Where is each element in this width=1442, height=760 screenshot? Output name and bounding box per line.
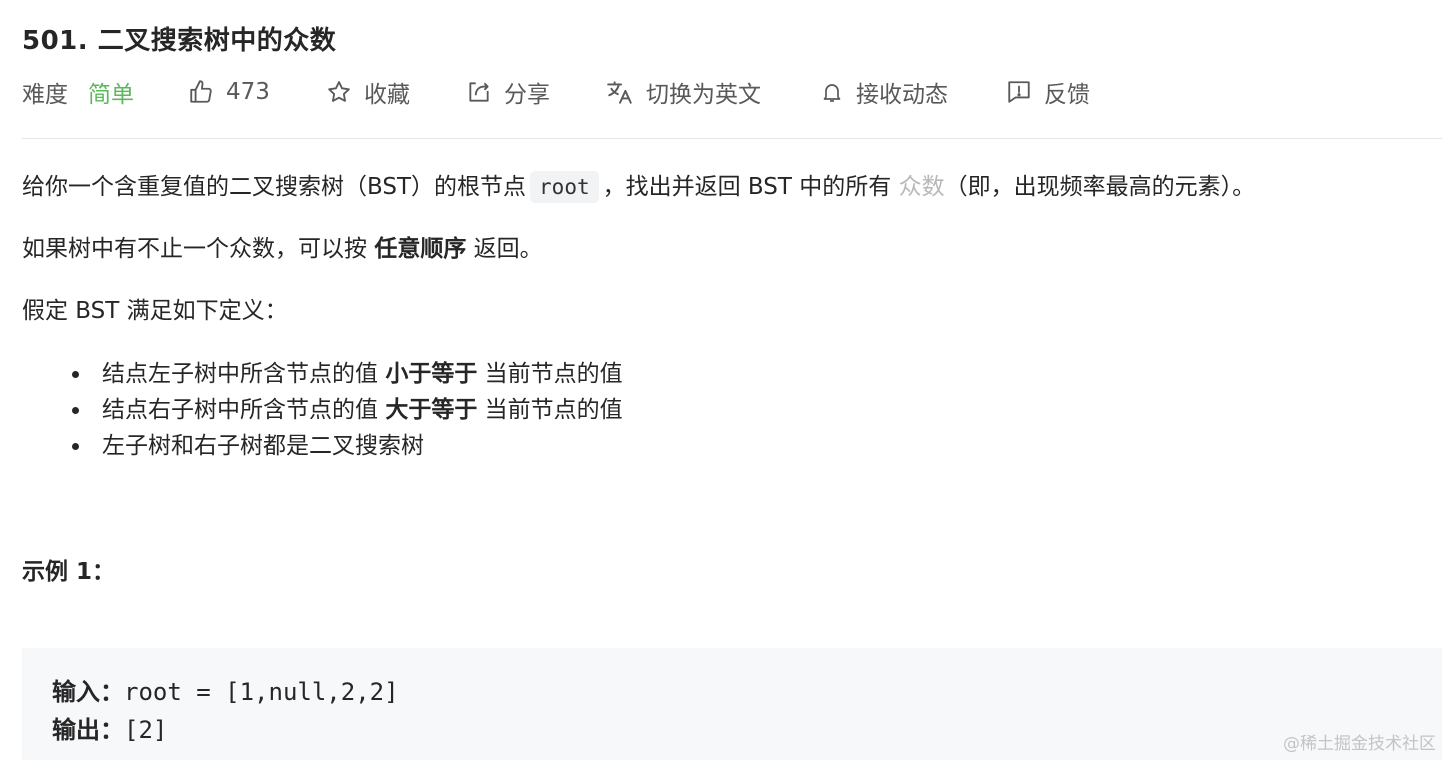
- example-input-value: root = [1,null,2,2]: [124, 678, 399, 706]
- bell-icon: [820, 79, 844, 105]
- bullet-dot: [72, 443, 79, 450]
- inline-code-root: root: [530, 171, 599, 203]
- share-label: 分享: [504, 82, 550, 108]
- problem-title: 501. 二叉搜索树中的众数: [22, 26, 337, 56]
- list-item: 左子树和右子树都是二叉搜索树: [70, 428, 623, 464]
- difficulty: 难度 简单: [22, 72, 134, 112]
- star-icon: [326, 79, 352, 105]
- example-code-block: 输入：root = [1,null,2,2] 输出：[2]: [22, 648, 1442, 760]
- bullet-dot: [72, 407, 79, 414]
- share-button[interactable]: 分享: [466, 72, 550, 112]
- switch-language-label: 切换为英文: [646, 82, 761, 108]
- list-item-text: 当前节点的值: [484, 397, 623, 423]
- switch-language-button[interactable]: 切换为英文: [606, 72, 761, 112]
- difficulty-value: 简单: [88, 82, 134, 108]
- description-text: （即，出现频率最高的元素）。: [944, 174, 1256, 200]
- list-item-bold: 小于等于: [385, 361, 478, 387]
- feedback-icon: [1006, 79, 1032, 105]
- share-icon: [466, 79, 492, 105]
- description-text: ，找出并返回 BST 中的所有: [602, 174, 892, 200]
- watermark: @稀土掘金技术社区: [1283, 734, 1436, 754]
- example-output-value: [2]: [124, 716, 168, 744]
- translate-icon: [606, 79, 634, 105]
- example-input-label: 输入：: [52, 678, 124, 706]
- list-item-text: 左子树和右子树都是二叉搜索树: [102, 433, 424, 459]
- bullet-dot: [72, 371, 79, 378]
- bold-any-order: 任意顺序: [374, 236, 467, 262]
- description-paragraph-1: 给你一个含重复值的二叉搜索树（BST）的根节点 root ，找出并返回 BST 中的…: [22, 170, 1255, 204]
- header-divider: [22, 138, 1442, 139]
- description-paragraph-2: 如果树中有不止一个众数，可以按 任意顺序 返回。: [22, 232, 543, 266]
- difficulty-label: 难度: [22, 82, 68, 108]
- list-item-text: 结点左子树中所含节点的值: [102, 361, 378, 387]
- example-output-line: 输出：[2]: [52, 710, 167, 745]
- list-item: 结点左子树中所含节点的值 小于等于 当前节点的值: [70, 356, 623, 392]
- list-item-text: 结点右子树中所含节点的值: [102, 397, 378, 423]
- favorite-label: 收藏: [364, 82, 410, 108]
- feedback-button[interactable]: 反馈: [1006, 72, 1090, 112]
- subscribe-label: 接收动态: [856, 82, 948, 108]
- favorite-button[interactable]: 收藏: [326, 72, 410, 112]
- like-button[interactable]: 473: [188, 72, 270, 112]
- description-text: 给你一个含重复值的二叉搜索树（BST）的根节点: [22, 174, 527, 200]
- list-item: 结点右子树中所含节点的值 大于等于 当前节点的值: [70, 392, 623, 428]
- bst-definition-list: 结点左子树中所含节点的值 小于等于 当前节点的值 结点右子树中所含节点的值 大于…: [70, 356, 623, 464]
- mode-term-link[interactable]: 众数: [899, 174, 945, 200]
- like-count: 473: [226, 79, 270, 105]
- list-item-bold: 大于等于: [385, 397, 478, 423]
- problem-toolbar: 难度 简单 473 收藏 分享 切换为英文 接收动态 反馈: [22, 72, 1422, 112]
- subscribe-button[interactable]: 接收动态: [820, 72, 948, 112]
- description-paragraph-3: 假定 BST 满足如下定义：: [22, 298, 288, 324]
- problem-page: 501. 二叉搜索树中的众数 难度 简单 473 收藏 分享 切换为英文 接收动…: [0, 0, 1442, 760]
- description-text: 返回。: [473, 236, 543, 262]
- feedback-label: 反馈: [1044, 82, 1090, 108]
- example-input-line: 输入：root = [1,null,2,2]: [52, 672, 399, 707]
- description-text: 如果树中有不止一个众数，可以按: [22, 236, 367, 262]
- thumbs-up-icon: [188, 79, 214, 105]
- example-output-label: 输出：: [52, 716, 124, 744]
- list-item-text: 当前节点的值: [484, 361, 623, 387]
- example-heading: 示例 1：: [22, 559, 116, 585]
